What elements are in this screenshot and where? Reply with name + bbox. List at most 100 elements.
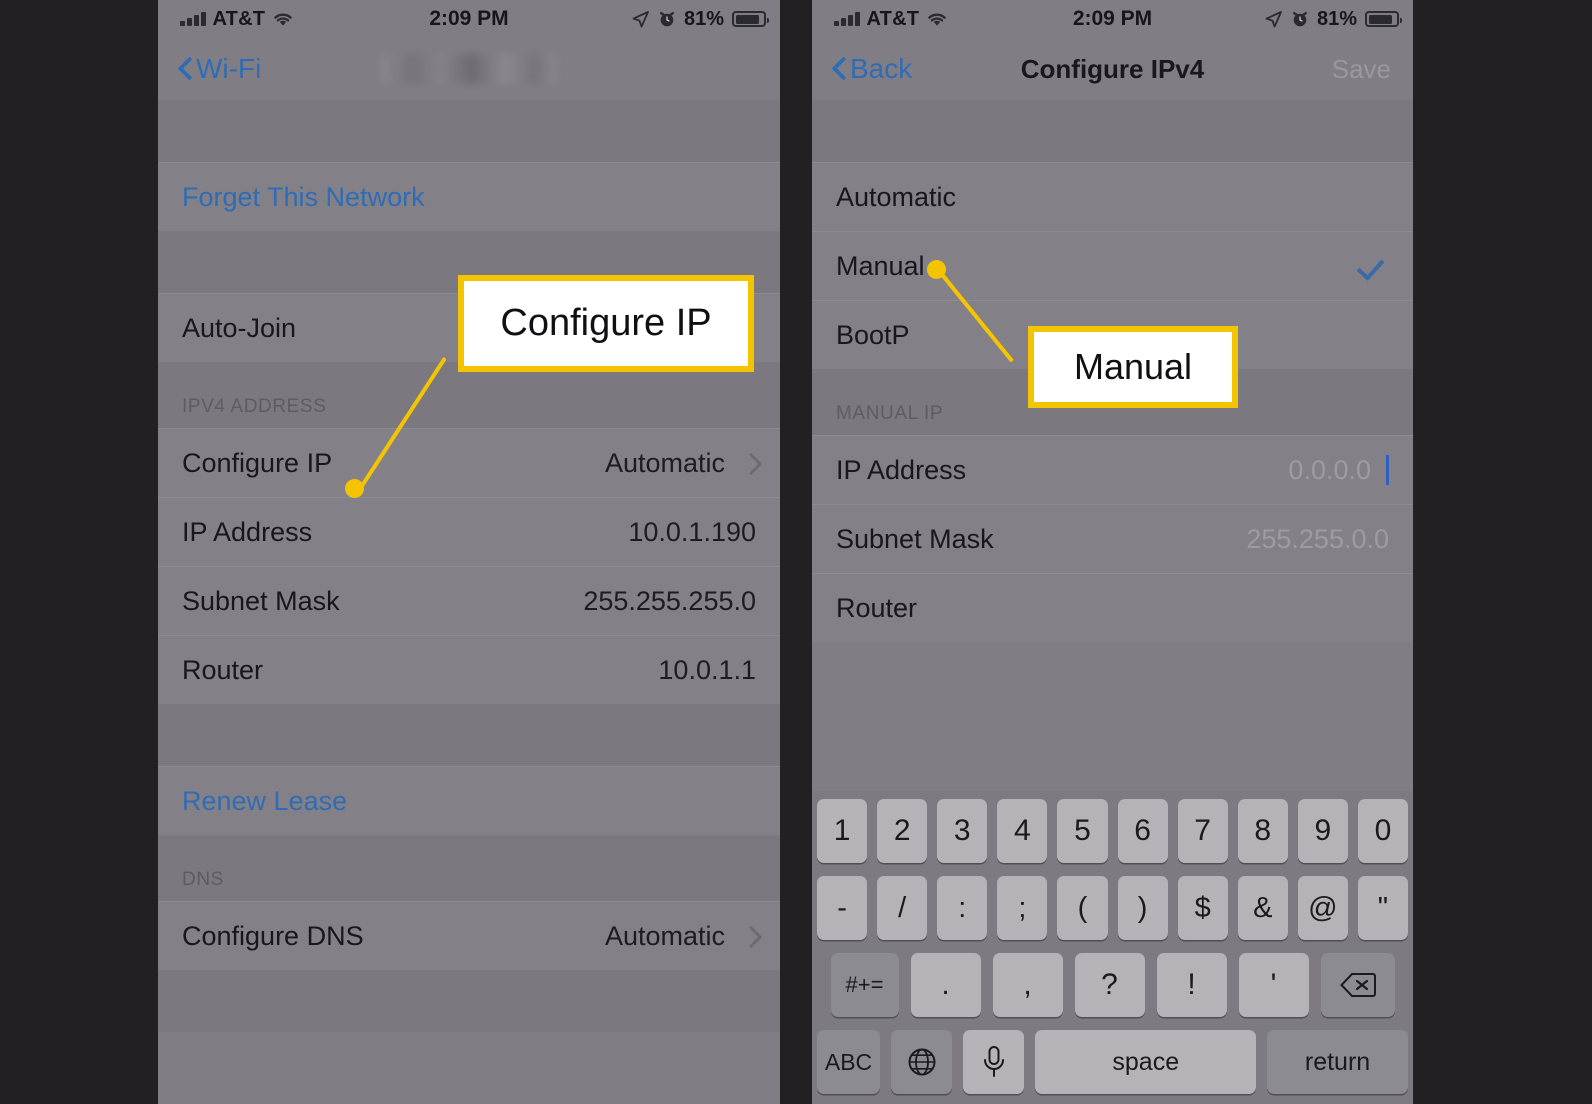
row-ip-address[interactable]: IP Address 10.0.1.190 xyxy=(158,497,780,566)
chevron-left-icon xyxy=(178,57,192,81)
key-slash[interactable]: / xyxy=(877,876,928,940)
renew-lease-label: Renew Lease xyxy=(182,785,348,816)
subnet-mask-label: Subnet Mask xyxy=(182,585,340,616)
right-phone-screen: AT&T 2:09 PM 81% Back Configure IPv4 Sav… xyxy=(812,0,1413,1104)
keyboard-row-punctuation: #+= . , ? ! ' xyxy=(817,953,1408,1017)
globe-icon[interactable] xyxy=(891,1030,953,1094)
subnet-mask-input[interactable]: 255.255.0.0 xyxy=(1246,524,1389,555)
save-button[interactable]: Save xyxy=(1332,54,1391,85)
battery-percent-label: 81% xyxy=(1316,7,1357,30)
key-1[interactable]: 1 xyxy=(817,799,868,863)
row-configure-ip[interactable]: Configure IP Automatic xyxy=(158,428,780,497)
key-4[interactable]: 4 xyxy=(997,799,1048,863)
subnet-mask-value: 255.255.255.0 xyxy=(583,585,756,616)
configure-ip-value: Automatic xyxy=(604,447,725,478)
field-subnet-mask[interactable]: Subnet Mask 255.255.0.0 xyxy=(812,504,1413,573)
key-question[interactable]: ? xyxy=(1074,953,1145,1017)
location-arrow-icon xyxy=(631,10,650,29)
field-ip-address[interactable]: IP Address 0.0.0.0 xyxy=(812,435,1413,504)
field-router[interactable]: Router xyxy=(812,573,1413,642)
battery-icon xyxy=(732,11,769,27)
status-bar-right-group: 81% xyxy=(631,7,769,31)
key-5[interactable]: 5 xyxy=(1057,799,1108,863)
battery-icon xyxy=(1365,11,1402,27)
key-paren-close[interactable]: ) xyxy=(1117,876,1168,940)
row-renew-lease[interactable]: Renew Lease xyxy=(158,766,780,835)
key-8[interactable]: 8 xyxy=(1237,799,1288,863)
microphone-icon[interactable] xyxy=(963,1030,1025,1094)
ip-address-input[interactable]: 0.0.0.0 xyxy=(1288,455,1371,486)
callout-configure-ip: Configure IP xyxy=(458,275,754,372)
delete-left-icon[interactable] xyxy=(1320,953,1395,1017)
row-configure-dns[interactable]: Configure DNS Automatic xyxy=(158,901,780,970)
row-forget-this-network[interactable]: Forget This Network xyxy=(158,162,780,231)
ip-address-label: IP Address xyxy=(836,454,967,485)
alarm-clock-icon xyxy=(658,10,676,28)
option-automatic-label: Automatic xyxy=(836,181,957,212)
ip-address-label: IP Address xyxy=(182,516,313,547)
text-cursor xyxy=(1386,455,1389,485)
key-space[interactable]: space xyxy=(1035,1030,1257,1094)
chevron-right-icon xyxy=(743,925,756,947)
option-bootp-label: BootP xyxy=(836,319,910,350)
section-header-dns: DNS xyxy=(158,835,780,901)
right-status-bar: AT&T 2:09 PM 81% xyxy=(812,0,1413,38)
callout-anchor-dot-manual xyxy=(927,260,946,279)
option-manual-label: Manual xyxy=(836,250,925,281)
checkmark-icon xyxy=(1359,251,1389,281)
configure-dns-label: Configure DNS xyxy=(182,920,364,951)
row-router[interactable]: Router 10.0.1.1 xyxy=(158,635,780,704)
router-value: 10.0.1.1 xyxy=(658,654,756,685)
back-button-label: Wi-Fi xyxy=(196,53,262,84)
back-button-wifi[interactable]: Wi-Fi xyxy=(178,53,261,85)
list-gap xyxy=(812,100,1413,162)
screenshot-root: AT&T 2:09 PM 81% Wi-Fi Forget This Netwo… xyxy=(0,0,1592,1104)
key-apostrophe[interactable]: ' xyxy=(1238,953,1309,1017)
list-gap xyxy=(158,970,780,1032)
key-symbols-toggle[interactable]: #+= xyxy=(830,953,899,1017)
left-nav-bar: Wi-Fi xyxy=(158,38,780,100)
key-ampersand[interactable]: & xyxy=(1237,876,1288,940)
key-dollar[interactable]: $ xyxy=(1177,876,1228,940)
key-9[interactable]: 9 xyxy=(1297,799,1348,863)
key-at[interactable]: @ xyxy=(1297,876,1348,940)
option-manual[interactable]: Manual xyxy=(812,231,1413,300)
configure-ip-label: Configure IP xyxy=(182,447,333,478)
key-6[interactable]: 6 xyxy=(1117,799,1168,863)
key-exclamation[interactable]: ! xyxy=(1156,953,1227,1017)
option-automatic[interactable]: Automatic xyxy=(812,162,1413,231)
key-abc[interactable]: ABC xyxy=(817,1030,881,1094)
list-gap xyxy=(158,100,780,162)
row-subnet-mask[interactable]: Subnet Mask 255.255.255.0 xyxy=(158,566,780,635)
status-bar-right-group: 81% xyxy=(1264,7,1402,31)
router-label: Router xyxy=(836,592,918,623)
keyboard-row-numbers: 1 2 3 4 5 6 7 8 9 0 xyxy=(817,799,1408,863)
chevron-right-icon xyxy=(743,452,756,474)
battery-percent-label: 81% xyxy=(683,7,724,30)
auto-join-label: Auto-Join xyxy=(182,312,297,343)
key-2[interactable]: 2 xyxy=(877,799,928,863)
key-colon[interactable]: : xyxy=(937,876,988,940)
right-nav-bar: Back Configure IPv4 Save xyxy=(812,38,1413,100)
onscreen-keyboard: 1 2 3 4 5 6 7 8 9 0 - / : ; ( ) $ & @ " … xyxy=(812,791,1413,1104)
left-status-bar: AT&T 2:09 PM 81% xyxy=(158,0,780,38)
list-gap xyxy=(158,704,780,766)
callout-manual: Manual xyxy=(1028,326,1238,408)
key-3[interactable]: 3 xyxy=(937,799,988,863)
key-0[interactable]: 0 xyxy=(1357,799,1408,863)
key-comma[interactable]: , xyxy=(992,953,1063,1017)
key-paren-open[interactable]: ( xyxy=(1057,876,1108,940)
key-hyphen[interactable]: - xyxy=(817,876,868,940)
ip-address-value: 10.0.1.190 xyxy=(628,516,756,547)
callout-manual-label: Manual xyxy=(1073,346,1193,387)
key-semicolon[interactable]: ; xyxy=(997,876,1048,940)
key-7[interactable]: 7 xyxy=(1177,799,1228,863)
key-return[interactable]: return xyxy=(1267,1030,1408,1094)
key-period[interactable]: . xyxy=(910,953,981,1017)
keyboard-row-bottom: ABC space return xyxy=(817,1030,1408,1094)
key-quote[interactable]: " xyxy=(1357,876,1408,940)
alarm-clock-icon xyxy=(1291,10,1309,28)
location-arrow-icon xyxy=(1264,10,1283,29)
subnet-mask-label: Subnet Mask xyxy=(836,523,994,554)
forget-network-label: Forget This Network xyxy=(182,181,425,212)
